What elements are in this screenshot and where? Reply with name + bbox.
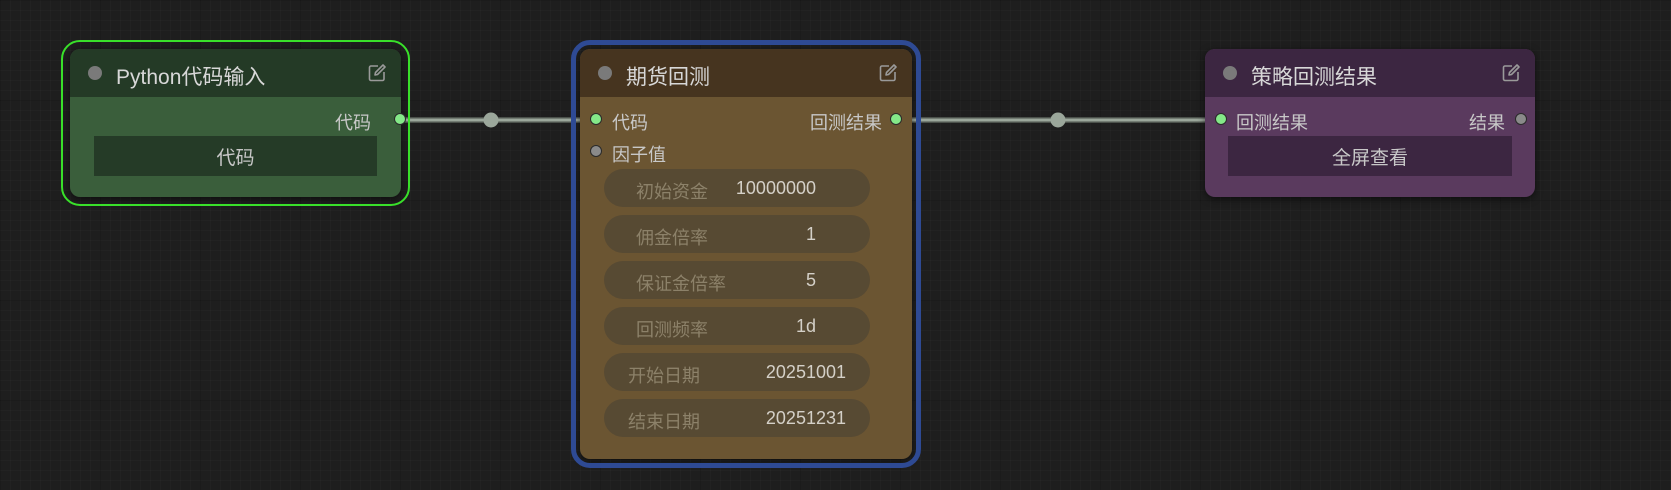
output-port-backtest-result[interactable] bbox=[890, 113, 902, 125]
fullscreen-view-button[interactable]: 全屏查看 bbox=[1228, 136, 1512, 176]
node-status-dot bbox=[598, 66, 612, 80]
input-port-label: 回测结果 bbox=[1236, 113, 1308, 133]
param-commission-multiplier[interactable]: 佣金倍率 1 bbox=[604, 215, 870, 253]
edit-icon[interactable] bbox=[367, 63, 387, 83]
node-title: Python代码输入 bbox=[116, 66, 266, 89]
node-header[interactable]: 策略回测结果 bbox=[1205, 49, 1535, 97]
param-initial-capital[interactable]: 初始资金 10000000 bbox=[604, 169, 870, 207]
param-label: 初始资金 bbox=[636, 182, 708, 202]
output-port-label: 结果 bbox=[1469, 113, 1505, 133]
param-label: 开始日期 bbox=[628, 366, 700, 386]
param-label: 佣金倍率 bbox=[636, 228, 708, 248]
param-start-date[interactable]: 开始日期 20251001 bbox=[604, 353, 870, 391]
param-label: 结束日期 bbox=[628, 412, 700, 432]
node-header[interactable]: Python代码输入 bbox=[70, 49, 401, 97]
node-header[interactable]: 期货回测 bbox=[580, 49, 912, 97]
link-midpoint-handle[interactable] bbox=[1050, 112, 1066, 128]
futures-backtest-node[interactable]: 期货回测 代码 因子值 回测结果 初始资金 10000000 佣金倍率 1 保证… bbox=[571, 40, 921, 468]
input-port-label: 代码 bbox=[612, 113, 648, 133]
python-input-node[interactable]: Python代码输入 代码 代码 bbox=[61, 40, 410, 206]
code-editor-button[interactable]: 代码 bbox=[94, 136, 377, 176]
input-port-label: 因子值 bbox=[612, 145, 666, 165]
param-value: 5 bbox=[805, 270, 816, 290]
param-backtest-frequency[interactable]: 回测频率 1d bbox=[604, 307, 870, 345]
param-value: 1 bbox=[805, 224, 816, 244]
param-value: 20251001 bbox=[765, 362, 846, 382]
param-margin-multiplier[interactable]: 保证金倍率 5 bbox=[604, 261, 870, 299]
node-status-dot bbox=[1223, 66, 1237, 80]
strategy-result-node[interactable]: 策略回测结果 回测结果 结果 全屏查看 bbox=[1205, 49, 1535, 197]
output-port-code[interactable] bbox=[394, 113, 406, 125]
param-value: 1d bbox=[795, 316, 816, 336]
output-port-result[interactable] bbox=[1515, 113, 1527, 125]
input-port-code[interactable] bbox=[590, 113, 602, 125]
edit-icon[interactable] bbox=[878, 63, 898, 83]
node-title: 策略回测结果 bbox=[1251, 66, 1377, 89]
node-body: 代码 因子值 回测结果 初始资金 10000000 佣金倍率 1 保证金倍率 5… bbox=[580, 97, 912, 459]
node-canvas[interactable]: Python代码输入 代码 代码 期货回测 代码 因子值 回测结果 初始资金 1… bbox=[0, 0, 1671, 490]
param-end-date[interactable]: 结束日期 20251231 bbox=[604, 399, 870, 437]
input-port-backtest-result[interactable] bbox=[1215, 113, 1227, 125]
output-port-label: 回测结果 bbox=[810, 113, 882, 133]
link-backtest-result[interactable] bbox=[895, 112, 1223, 128]
node-title: 期货回测 bbox=[626, 66, 710, 89]
link-midpoint-handle[interactable] bbox=[483, 112, 499, 128]
node-status-dot bbox=[88, 66, 102, 80]
edit-icon[interactable] bbox=[1501, 63, 1521, 83]
link-code[interactable] bbox=[384, 112, 599, 128]
node-body: 代码 代码 bbox=[70, 97, 406, 197]
output-port-label: 代码 bbox=[335, 113, 371, 133]
param-label: 保证金倍率 bbox=[636, 274, 726, 294]
param-label: 回测频率 bbox=[636, 320, 708, 340]
input-port-factor[interactable] bbox=[590, 145, 602, 157]
node-body: 回测结果 结果 全屏查看 bbox=[1205, 97, 1535, 197]
param-value: 10000000 bbox=[735, 178, 816, 198]
param-value: 20251231 bbox=[765, 408, 846, 428]
